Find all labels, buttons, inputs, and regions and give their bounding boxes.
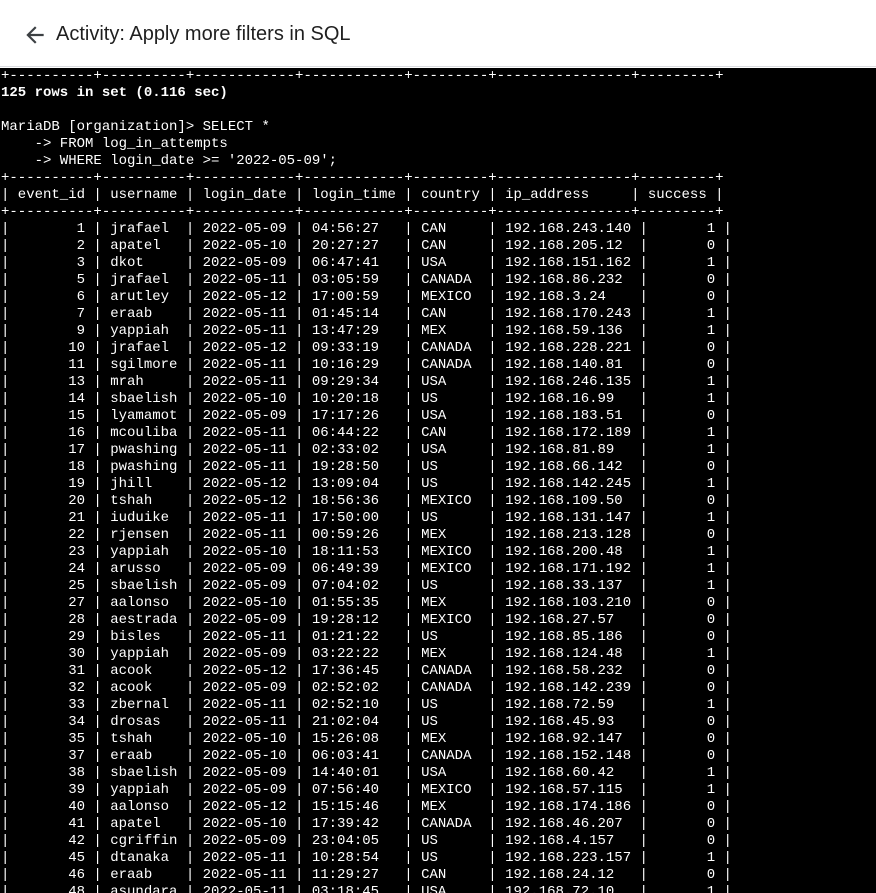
terminal-line: | 22 | rjensen | 2022-05-11 | 00:59:26 |… [1, 527, 732, 543]
terminal-line: | 30 | yappiah | 2022-05-09 | 03:22:22 |… [1, 646, 732, 662]
terminal-line: | 45 | dtanaka | 2022-05-11 | 10:28:54 |… [1, 850, 732, 866]
terminal-line: | 23 | yappiah | 2022-05-10 | 18:11:53 |… [1, 544, 732, 560]
terminal-output[interactable]: +----------+----------+------------+----… [0, 68, 876, 893]
terminal-line: | 9 | yappiah | 2022-05-11 | 13:47:29 | … [1, 323, 732, 339]
terminal-line: | 27 | aalonso | 2022-05-10 | 01:55:35 |… [1, 595, 732, 611]
terminal-line: | 28 | aestrada | 2022-05-09 | 19:28:12 … [1, 612, 732, 628]
terminal-line: | 7 | eraab | 2022-05-11 | 01:45:14 | CA… [1, 306, 732, 322]
terminal-line: | 19 | jhill | 2022-05-12 | 13:09:04 | U… [1, 476, 732, 492]
terminal-line: | 13 | mrah | 2022-05-11 | 09:29:34 | US… [1, 374, 732, 390]
terminal-line: | 17 | pwashing | 2022-05-11 | 02:33:02 … [1, 442, 732, 458]
terminal-line: | 42 | cgriffin | 2022-05-09 | 23:04:05 … [1, 833, 732, 849]
activity-header: Activity: Apply more filters in SQL [0, 0, 876, 67]
terminal-line: | 40 | aalonso | 2022-05-12 | 15:15:46 |… [1, 799, 732, 815]
terminal-line: | event_id | username | login_date | log… [1, 187, 724, 203]
page-title: Activity: Apply more filters in SQL [56, 23, 351, 45]
terminal-line: -> FROM log_in_attempts [1, 136, 228, 152]
terminal-line: | 14 | sbaelish | 2022-05-10 | 10:20:18 … [1, 391, 732, 407]
terminal-line: | 6 | arutley | 2022-05-12 | 17:00:59 | … [1, 289, 732, 305]
terminal-line: MariaDB [organization]> SELECT * [1, 119, 270, 135]
terminal-line: | 20 | tshah | 2022-05-12 | 18:56:36 | M… [1, 493, 732, 509]
terminal-line: | 46 | eraab | 2022-05-11 | 11:29:27 | C… [1, 867, 732, 883]
terminal-line: | 31 | acook | 2022-05-12 | 17:36:45 | C… [1, 663, 732, 679]
back-arrow-icon[interactable] [22, 22, 48, 48]
terminal-line: +----------+----------+------------+----… [1, 204, 724, 220]
terminal-line: | 16 | mcouliba | 2022-05-11 | 06:44:22 … [1, 425, 732, 441]
terminal-line: -> WHERE login_date >= '2022-05-09'; [1, 153, 338, 169]
terminal-line: | 10 | jrafael | 2022-05-12 | 09:33:19 |… [1, 340, 732, 356]
terminal-line: | 15 | lyamamot | 2022-05-09 | 17:17:26 … [1, 408, 732, 424]
terminal-line: | 11 | sgilmore | 2022-05-11 | 10:16:29 … [1, 357, 732, 373]
terminal-line: | 18 | pwashing | 2022-05-11 | 19:28:50 … [1, 459, 732, 475]
terminal-line: | 25 | sbaelish | 2022-05-09 | 07:04:02 … [1, 578, 732, 594]
terminal-line: | 38 | sbaelish | 2022-05-09 | 14:40:01 … [1, 765, 732, 781]
terminal-line: | 41 | apatel | 2022-05-10 | 17:39:42 | … [1, 816, 732, 832]
terminal-line: | 48 | asundara | 2022-05-11 | 03:18:45 … [1, 884, 732, 893]
terminal-line: | 1 | jrafael | 2022-05-09 | 04:56:27 | … [1, 221, 732, 237]
terminal-line: +----------+----------+------------+----… [1, 68, 724, 84]
terminal-line: | 37 | eraab | 2022-05-10 | 06:03:41 | C… [1, 748, 732, 764]
terminal-line: | 34 | drosas | 2022-05-11 | 21:02:04 | … [1, 714, 732, 730]
terminal-line: | 21 | iuduike | 2022-05-11 | 17:50:00 |… [1, 510, 732, 526]
terminal-line: | 3 | dkot | 2022-05-09 | 06:47:41 | USA… [1, 255, 732, 271]
terminal-line: | 29 | bisles | 2022-05-11 | 01:21:22 | … [1, 629, 732, 645]
terminal-line: | 32 | acook | 2022-05-09 | 02:52:02 | C… [1, 680, 732, 696]
terminal-line: +----------+----------+------------+----… [1, 170, 724, 186]
terminal-line: | 33 | zbernal | 2022-05-11 | 02:52:10 |… [1, 697, 732, 713]
terminal-line: | 35 | tshah | 2022-05-10 | 15:26:08 | M… [1, 731, 732, 747]
terminal-line: | 39 | yappiah | 2022-05-09 | 07:56:40 |… [1, 782, 732, 798]
terminal-line: | 24 | arusso | 2022-05-09 | 06:49:39 | … [1, 561, 732, 577]
terminal-line: | 2 | apatel | 2022-05-10 | 20:27:27 | C… [1, 238, 732, 254]
terminal-text: +----------+----------+------------+----… [1, 68, 732, 893]
terminal-line: | 5 | jrafael | 2022-05-11 | 03:05:59 | … [1, 272, 732, 288]
terminal-line: 125 rows in set (0.116 sec) [1, 85, 228, 101]
